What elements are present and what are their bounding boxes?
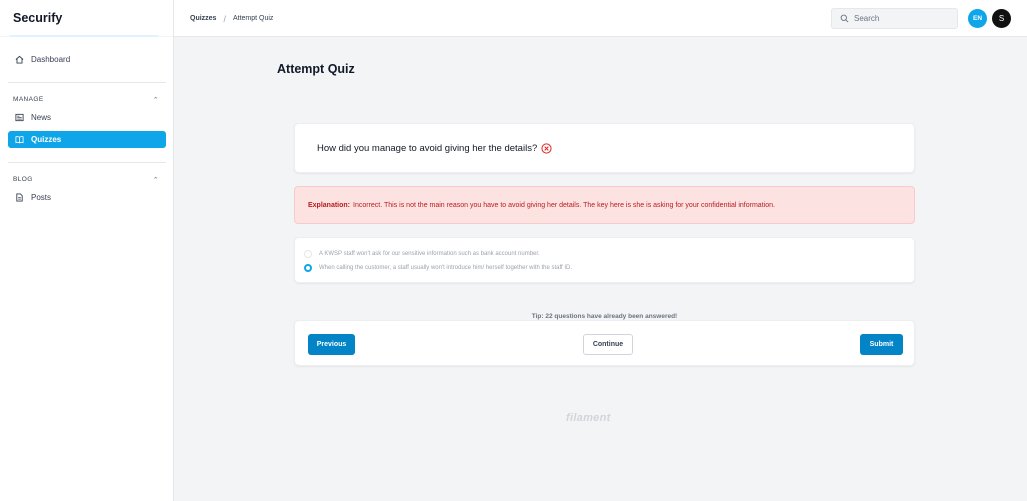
answer-option[interactable]: A KWSP staff won't ask for our sensitive… (304, 247, 905, 261)
topbar: Quizzes / Attempt Quiz Search EN S (174, 0, 1027, 37)
language-switcher[interactable]: EN (968, 9, 987, 28)
home-icon (15, 55, 24, 64)
explanation-alert: Explanation: Incorrect. This is not the … (294, 186, 915, 224)
page-title: Attempt Quiz (277, 62, 355, 76)
search-icon (840, 14, 849, 23)
breadcrumb: Quizzes / Attempt Quiz (190, 0, 273, 37)
sidebar: Securify Dashboard MANAGE ⌃ News Quizzes… (0, 0, 174, 501)
continue-button[interactable]: Continue (583, 334, 633, 355)
sidebar-item-label: Quizzes (31, 135, 62, 144)
sidebar-divider (8, 82, 166, 83)
document-icon (15, 193, 24, 202)
sidebar-item-label: Posts (31, 193, 52, 202)
brand-underline (10, 35, 158, 37)
sidebar-item-dashboard[interactable]: Dashboard (8, 51, 166, 68)
sidebar-item-label: News (31, 113, 52, 122)
answer-options: A KWSP staff won't ask for our sensitive… (294, 237, 915, 283)
sidebar-divider (8, 162, 166, 163)
book-open-icon (15, 135, 24, 144)
breadcrumb-quizzes[interactable]: Quizzes (190, 15, 216, 22)
sidebar-item-posts[interactable]: Posts (8, 189, 166, 206)
option-label: A KWSP staff won't ask for our sensitive… (319, 251, 540, 257)
sidebar-group-manage[interactable]: MANAGE ⌃ (13, 96, 161, 104)
question-card: How did you manage to avoid giving her t… (294, 123, 915, 173)
brand-logo[interactable]: Securify (0, 0, 173, 37)
newspaper-icon (15, 113, 24, 122)
radio-button-selected[interactable] (304, 264, 312, 272)
search-input[interactable]: Search (831, 8, 958, 29)
breadcrumb-separator: / (223, 13, 226, 24)
option-label: When calling the customer, a staff usual… (319, 265, 573, 271)
tip-text: Tip: 22 questions have already been answ… (531, 313, 678, 320)
brand-name: Securify (13, 11, 63, 25)
sidebar-item-news[interactable]: News (8, 109, 166, 126)
chevron-up-icon[interactable]: ⌃ (153, 96, 161, 104)
sidebar-item-label: Dashboard (31, 55, 71, 64)
submit-button[interactable]: Submit (860, 334, 903, 355)
search-placeholder: Search (854, 14, 880, 23)
breadcrumb-attempt-quiz[interactable]: Attempt Quiz (233, 15, 273, 22)
error-circle-icon (541, 142, 552, 154)
previous-button[interactable]: Previous (308, 334, 355, 355)
filament-logo: filament (566, 412, 611, 424)
quiz-actions: Previous Continue Submit (294, 320, 915, 366)
sidebar-group-blog[interactable]: BLOG ⌃ (13, 176, 161, 184)
group-label: BLOG (13, 176, 33, 183)
user-avatar[interactable]: S (992, 9, 1011, 28)
group-label: MANAGE (13, 96, 44, 103)
chevron-up-icon[interactable]: ⌃ (153, 176, 161, 184)
answer-option[interactable]: When calling the customer, a staff usual… (304, 261, 905, 275)
question-text: How did you manage to avoid giving her t… (317, 142, 538, 154)
explanation-label: Explanation: (308, 201, 351, 209)
radio-button[interactable] (304, 250, 312, 258)
sidebar-item-quizzes[interactable]: Quizzes (8, 131, 166, 148)
explanation-text: Incorrect. This is not the main reason y… (353, 201, 775, 209)
